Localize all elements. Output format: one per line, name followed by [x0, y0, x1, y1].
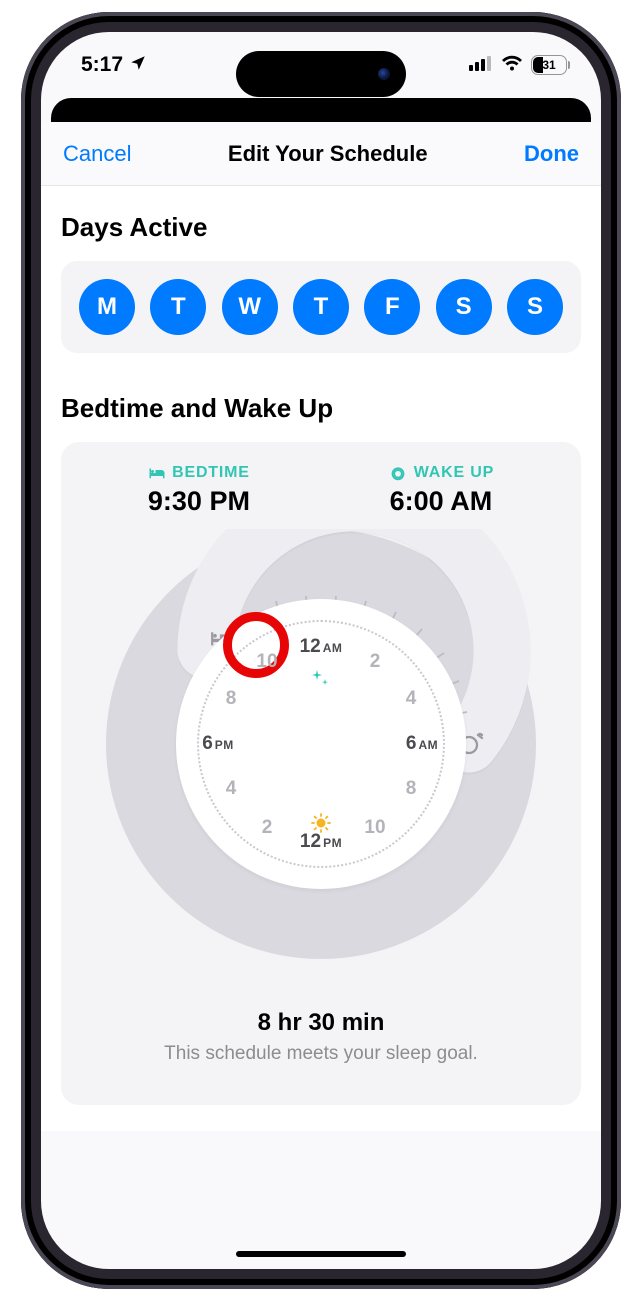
day-toggle-sunday[interactable]: S [507, 279, 563, 335]
alarm-icon [388, 465, 408, 481]
wakeup-value: 6:00 AM [388, 486, 494, 517]
day-toggle-tuesday[interactable]: T [150, 279, 206, 335]
sleep-dial-card: BEDTIME 9:30 PM WAKE UP 6:00 AM [61, 442, 581, 1105]
bed-icon [148, 466, 166, 480]
bedtime-label: BEDTIME [148, 464, 250, 482]
content-area: Days Active M T W T F S S Bedtime and Wa… [41, 186, 601, 1131]
nav-bar: Cancel Edit Your Schedule Done [41, 122, 601, 186]
hour-10l: 10 [256, 651, 277, 673]
day-toggle-wednesday[interactable]: W [222, 279, 278, 335]
battery-indicator: 31 [531, 55, 567, 75]
iphone-frame: 5:17 [21, 12, 621, 1289]
dynamic-island [236, 51, 406, 97]
hour-10r: 10 [364, 817, 385, 839]
hour-6pm: 6PM [202, 733, 234, 755]
day-toggle-saturday[interactable]: S [436, 279, 492, 335]
home-indicator[interactable] [236, 1251, 406, 1257]
done-button[interactable]: Done [524, 141, 579, 167]
hour-2l: 2 [262, 817, 273, 839]
day-toggle-thursday[interactable]: T [293, 279, 349, 335]
nav-title: Edit Your Schedule [228, 141, 428, 167]
cellular-signal-icon [469, 53, 493, 77]
sun-icon [311, 813, 331, 838]
days-active-card: M T W T F S S [61, 261, 581, 353]
hour-12am: 12AM [300, 636, 343, 658]
hour-6am: 6AM [406, 733, 438, 755]
background-sheet [51, 98, 591, 122]
day-toggle-friday[interactable]: F [364, 279, 420, 335]
cancel-button[interactable]: Cancel [63, 141, 131, 167]
screen: 5:17 [41, 32, 601, 1269]
location-arrow-icon [129, 54, 147, 77]
hour-4l: 4 [226, 778, 237, 800]
stars-icon [311, 670, 331, 696]
day-toggle-monday[interactable]: M [79, 279, 135, 335]
hour-8r: 8 [406, 778, 417, 800]
bedtime-section-title: Bedtime and Wake Up [61, 393, 581, 424]
hour-8l: 8 [226, 688, 237, 710]
bedtime-value: 9:30 PM [148, 486, 250, 517]
hour-4: 4 [406, 688, 417, 710]
wakeup-label: WAKE UP [388, 464, 494, 482]
wifi-icon [501, 53, 523, 77]
days-active-title: Days Active [61, 212, 581, 243]
sleep-duration: 8 hr 30 min [79, 1009, 563, 1037]
sleep-goal-note: This schedule meets your sleep goal. [79, 1043, 563, 1065]
hour-2: 2 [370, 651, 381, 673]
status-time: 5:17 [81, 53, 123, 77]
battery-percent: 31 [542, 58, 555, 72]
front-camera-icon [378, 68, 390, 80]
sleep-dial[interactable]: 12AM 2 4 6AM 8 10 12PM 2 4 [106, 529, 536, 959]
